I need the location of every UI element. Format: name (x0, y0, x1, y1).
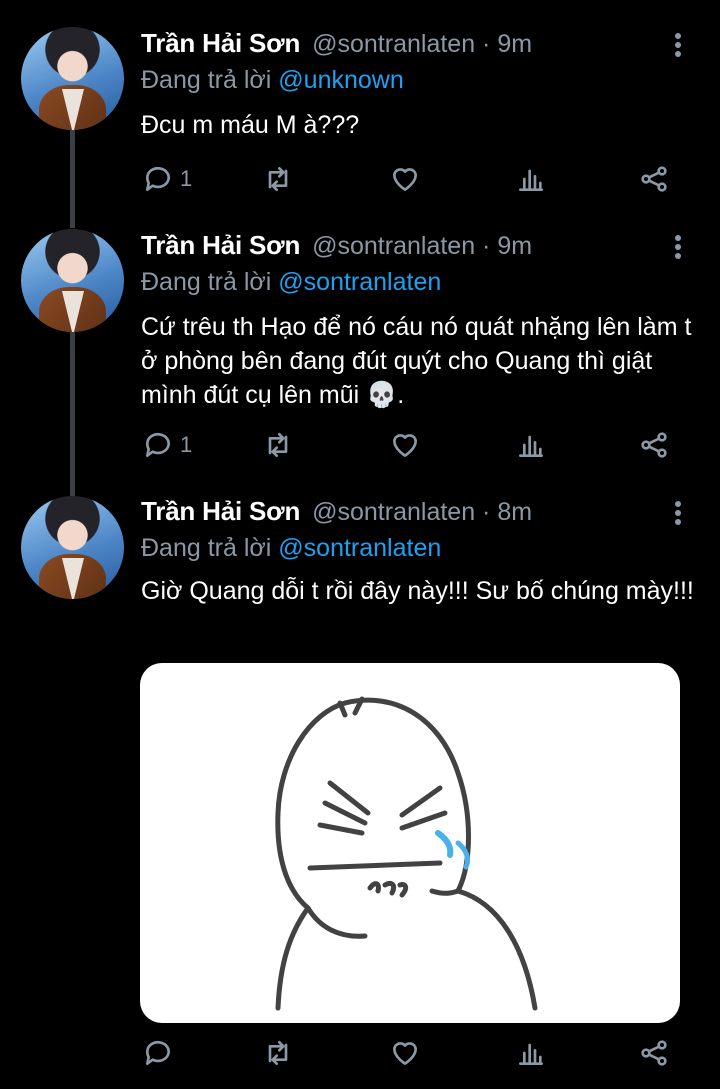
mention-link[interactable]: @unknown (278, 66, 403, 94)
like-button[interactable] (389, 163, 421, 195)
share-icon (641, 1040, 667, 1066)
more-options-icon[interactable] (672, 235, 684, 261)
handle-timestamp: @sontranlaten · 8m (312, 498, 533, 526)
tweet-header: Trần Hải Sơn @sontranlaten · 9m (141, 230, 532, 264)
more-options-icon[interactable] (672, 501, 684, 527)
retweet-button[interactable] (262, 163, 294, 195)
analytics-icon (519, 435, 543, 457)
tweet-actions (0, 1037, 720, 1071)
reply-icon (145, 1040, 170, 1065)
tweet-header: Trần Hải Sơn @sontranlaten · 8m (141, 496, 532, 530)
like-icon (393, 168, 417, 191)
mention-link[interactable]: @sontranlaten (278, 268, 441, 296)
avatar[interactable] (21, 229, 124, 332)
reply-prefix: Đang trả lời (141, 268, 272, 296)
handle-timestamp: @sontranlaten · 9m (312, 30, 533, 58)
display-name[interactable]: Trần Hải Sơn (141, 28, 300, 59)
reply-icon (145, 432, 170, 457)
share-button[interactable] (638, 163, 670, 195)
like-button[interactable] (389, 429, 421, 461)
reply-button[interactable]: 1 (142, 163, 192, 195)
replying-to: Đang trả lời @unknown (141, 66, 404, 95)
replying-to: Đang trả lời @sontranlaten (141, 268, 441, 297)
replying-to: Đang trả lời @sontranlaten (141, 534, 441, 563)
like-button[interactable] (389, 1037, 421, 1069)
crying-face-sketch (275, 696, 538, 1011)
like-icon (393, 1042, 417, 1065)
mention-link[interactable]: @sontranlaten (278, 534, 441, 562)
reply-prefix: Đang trả lời (141, 66, 272, 94)
reply-icon (145, 166, 170, 191)
share-button[interactable] (638, 429, 670, 461)
tweet-text: Cứ trêu th Hạo để nó cáu nó quát nhặng l… (141, 313, 692, 409)
tweet[interactable]: Trần Hải Sơn @sontranlaten · 9m Đang trả… (0, 0, 720, 230)
share-button[interactable] (638, 1037, 670, 1069)
analytics-button[interactable] (515, 163, 547, 195)
display-name[interactable]: Trần Hải Sơn (141, 496, 300, 527)
handle-timestamp: @sontranlaten · 9m (312, 232, 533, 260)
avatar[interactable] (21, 496, 124, 599)
analytics-button[interactable] (515, 1037, 547, 1069)
retweet-icon (268, 1041, 288, 1065)
tweet-header: Trần Hải Sơn @sontranlaten · 9m (141, 28, 532, 62)
tweet-text: Giờ Quang dỗi t rồi đây này!!! Sư bố chú… (141, 577, 694, 605)
analytics-button[interactable] (515, 429, 547, 461)
tweet-actions: 1 (0, 429, 720, 463)
retweet-button[interactable] (262, 429, 294, 461)
retweet-button[interactable] (262, 1037, 294, 1069)
more-options-icon[interactable] (672, 33, 684, 59)
share-icon (641, 166, 667, 192)
tweet-image[interactable] (140, 663, 680, 1023)
reply-button[interactable]: 1 (142, 429, 192, 461)
tweet-text: Đcu m máu M à??? (141, 111, 360, 139)
reply-count: 1 (180, 166, 193, 191)
tweet-actions: 1 (0, 163, 720, 197)
analytics-icon (519, 1043, 543, 1065)
share-icon (641, 432, 667, 458)
reply-button[interactable] (142, 1037, 174, 1069)
reply-count: 1 (180, 432, 193, 457)
retweet-icon (268, 167, 288, 191)
reply-prefix: Đang trả lời (141, 534, 272, 562)
analytics-icon (519, 169, 543, 191)
avatar[interactable] (21, 27, 124, 130)
like-icon (393, 434, 417, 457)
tweet[interactable]: Trần Hải Sơn @sontranlaten · 9m Đang trả… (0, 229, 720, 496)
retweet-icon (268, 433, 288, 457)
display-name[interactable]: Trần Hải Sơn (141, 230, 300, 261)
